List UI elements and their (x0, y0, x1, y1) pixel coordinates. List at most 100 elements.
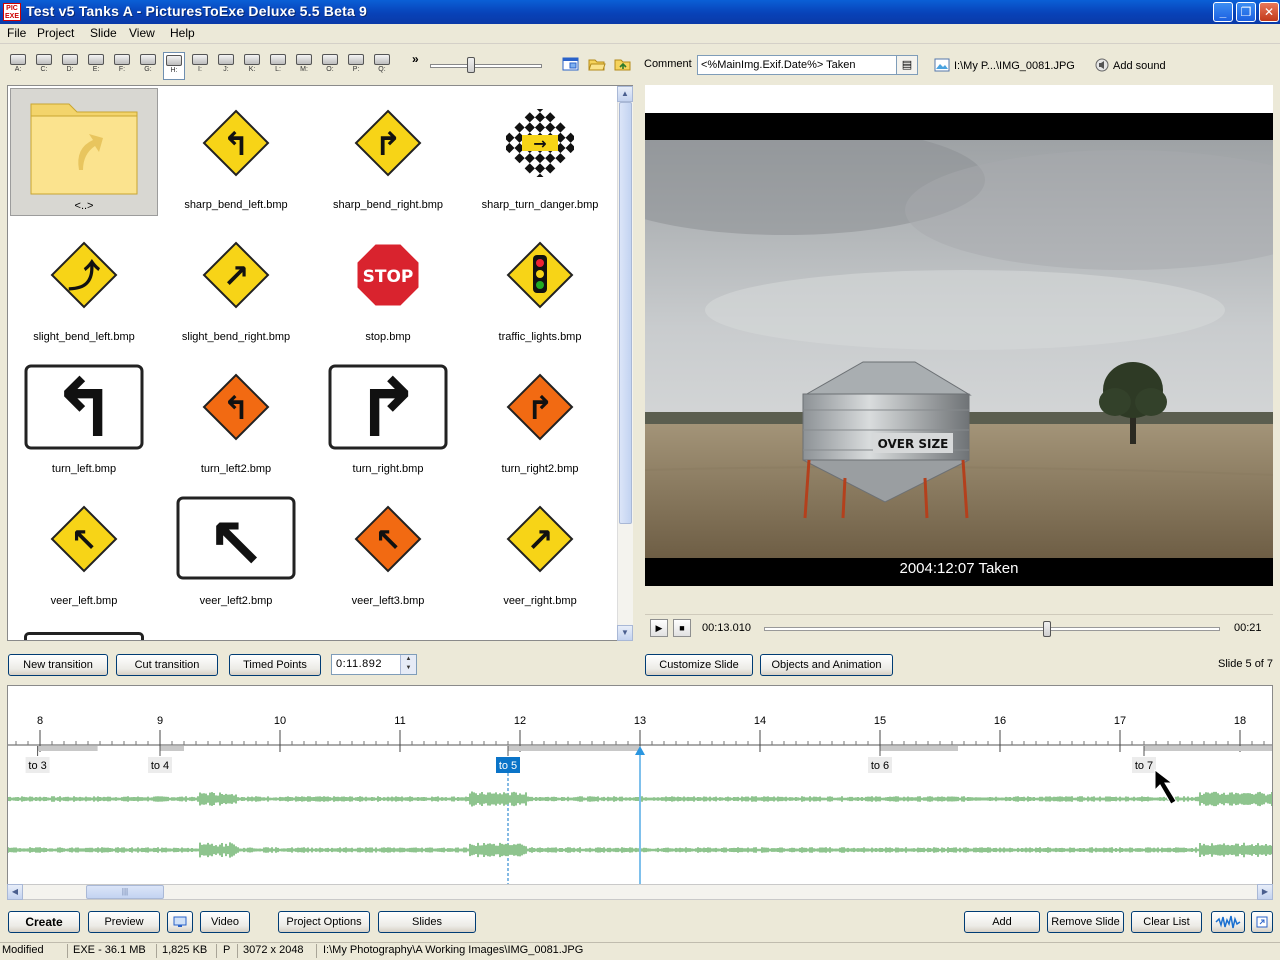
menu-file[interactable]: File (7, 26, 26, 40)
drive-button[interactable]: I: (189, 52, 211, 80)
file-thumbnail[interactable]: ↗ slight_bend_right.bmp (162, 220, 310, 348)
menu-project[interactable]: Project (37, 26, 74, 40)
slides-button[interactable]: Slides (378, 911, 476, 933)
drive-icon (322, 54, 338, 65)
add-sound-button[interactable]: Add sound (1113, 60, 1166, 72)
file-thumbnail[interactable]: ↰ sharp_bend_left.bmp (162, 88, 310, 216)
thumbnail-label: slight_bend_left.bmp (33, 331, 135, 343)
remove-slide-button[interactable]: Remove Slide (1047, 911, 1124, 933)
status-state: Modified (2, 944, 44, 956)
drive-button[interactable]: H: (163, 52, 185, 80)
create-button[interactable]: Create (8, 911, 80, 933)
drive-button[interactable]: A: (7, 52, 29, 80)
slide-segment (508, 746, 640, 751)
file-thumbnail[interactable]: <..> (10, 88, 158, 216)
drive-button[interactable]: G: (137, 52, 159, 80)
close-button[interactable]: ✕ (1259, 2, 1279, 22)
file-thumbnail[interactable]: ↖ veer_left.bmp (10, 484, 158, 612)
sign-checker-icon: → (506, 109, 574, 177)
scroll-up-button[interactable]: ▲ (617, 86, 633, 102)
thumbnail-image: ↰ (162, 88, 310, 198)
file-thumbnail[interactable]: ↱ sharp_bend_right.bmp (314, 88, 462, 216)
drive-button[interactable]: L: (267, 52, 289, 80)
sign-stop-icon: STOP (354, 241, 422, 309)
slide-segment (1144, 746, 1272, 751)
file-thumbnail[interactable]: → sharp_turn_danger.bmp (466, 88, 614, 216)
project-options-button[interactable]: Project Options (278, 911, 370, 933)
drive-button[interactable]: D: (59, 52, 81, 80)
file-thumbnail[interactable]: ↰ turn_left.bmp (10, 352, 158, 480)
time-spin-arrows[interactable]: ▲ ▼ (400, 655, 416, 674)
file-thumbnail[interactable]: STOP stop.bmp (314, 220, 462, 348)
menu-slide[interactable]: Slide (90, 26, 117, 40)
drive-button[interactable]: C: (33, 52, 55, 80)
timeline-scrollbar[interactable] (7, 884, 1273, 900)
customize-slide-button[interactable]: Customize Slide (645, 654, 753, 676)
drive-label: L: (275, 66, 281, 73)
drive-button[interactable]: F: (111, 52, 133, 80)
add-button[interactable]: Add (964, 911, 1040, 933)
playback-progress-thumb[interactable] (1042, 621, 1051, 637)
timeline-scrollbar-thumb[interactable]: ||| (86, 885, 164, 899)
drive-icon (166, 55, 182, 66)
file-thumbnail[interactable]: ↖ veer_left3.bmp (314, 484, 462, 612)
timeline-layout-button[interactable] (1251, 911, 1273, 933)
file-thumbnail[interactable]: ↱ turn_right2.bmp (466, 352, 614, 480)
minimize-button[interactable]: _ (1213, 2, 1233, 22)
drive-button[interactable]: O: (319, 52, 341, 80)
drive-button[interactable]: P: (345, 52, 367, 80)
thumbnail-label: veer_left3.bmp (351, 595, 425, 607)
timed-points-button[interactable]: Timed Points (229, 654, 321, 676)
title-bar[interactable]: PIC EXE Test v5 Tanks A - PicturesToExe … (0, 0, 1280, 24)
drive-button[interactable]: M: (293, 52, 315, 80)
sound-icon[interactable] (1094, 58, 1110, 72)
folder-up-icon[interactable] (614, 56, 632, 72)
drive-button[interactable]: J: (215, 52, 237, 80)
file-thumbnail[interactable]: ↰ turn_left2.bmp (162, 352, 310, 480)
file-thumbnail[interactable]: ↱ turn_right.bmp (314, 352, 462, 480)
drive-button[interactable]: E: (85, 52, 107, 80)
status-divider (237, 944, 238, 958)
menu-help[interactable]: Help (170, 26, 195, 40)
clear-list-button[interactable]: Clear List (1131, 911, 1202, 933)
playback-progress[interactable] (764, 627, 1220, 631)
maximize-button[interactable]: ❐ (1236, 2, 1256, 22)
toolbar-more-button[interactable]: » (412, 52, 419, 66)
drive-icon (348, 54, 364, 65)
file-thumbnail[interactable]: traffic_lights.bmp (466, 220, 614, 348)
drive-label: D: (66, 66, 74, 73)
browser-scrollbar-thumb[interactable] (619, 102, 632, 524)
file-thumbnail[interactable]: ↗ veer_right.bmp (466, 484, 614, 612)
thumbnail-size-slider-thumb[interactable] (467, 57, 475, 73)
objects-animation-button[interactable]: Objects and Animation (760, 654, 893, 676)
drive-button[interactable]: Q: (371, 52, 393, 80)
drive-button[interactable]: K: (241, 52, 263, 80)
total-time: 00:21 (1234, 622, 1262, 634)
open-folder-icon[interactable] (588, 56, 606, 72)
play-button[interactable]: ▶ (650, 619, 668, 637)
comment-insert-button[interactable]: ▤ (896, 55, 918, 75)
drive-icon (270, 54, 286, 65)
window-icon[interactable] (562, 56, 580, 72)
video-button[interactable]: Video (200, 911, 250, 933)
file-browser[interactable]: <..> ↰ sharp_bend_left.bmp ↱ sharp_bend_righ… (7, 85, 633, 641)
menu-view[interactable]: View (129, 26, 155, 40)
new-transition-button[interactable]: New transition (8, 654, 108, 676)
timeline[interactable]: 8 9 10 11 12 13 14 15 16 17 18 to 3 to 4 to 5 to 6 to 7 (7, 685, 1273, 885)
scroll-down-button[interactable]: ▼ (617, 625, 633, 641)
stop-button[interactable]: ■ (673, 619, 691, 637)
scroll-right-button[interactable]: ▶ (1257, 884, 1273, 900)
timeline-canvas[interactable]: 8 9 10 11 12 13 14 15 16 17 18 to 3 to 4 to 5 to 6 to 7 (8, 686, 1273, 885)
file-thumbnail[interactable]: ⤴ slight_bend_left.bmp (10, 220, 158, 348)
silo-sign-text: OVER SIZE (878, 437, 949, 451)
waveform-toggle-button[interactable] (1211, 911, 1245, 933)
image-file-icon (934, 58, 950, 72)
drive-icon (62, 54, 78, 65)
thumbnail-size-slider[interactable] (430, 64, 542, 68)
fullscreen-preview-button[interactable] (167, 911, 193, 933)
scroll-left-button[interactable]: ◀ (7, 884, 23, 900)
file-thumbnail[interactable]: ↖ veer_left2.bmp (162, 484, 310, 612)
comment-input[interactable]: <%MainImg.Exif.Date%> Taken (697, 55, 897, 75)
preview-button[interactable]: Preview (88, 911, 160, 933)
cut-transition-button[interactable]: Cut transition (116, 654, 218, 676)
